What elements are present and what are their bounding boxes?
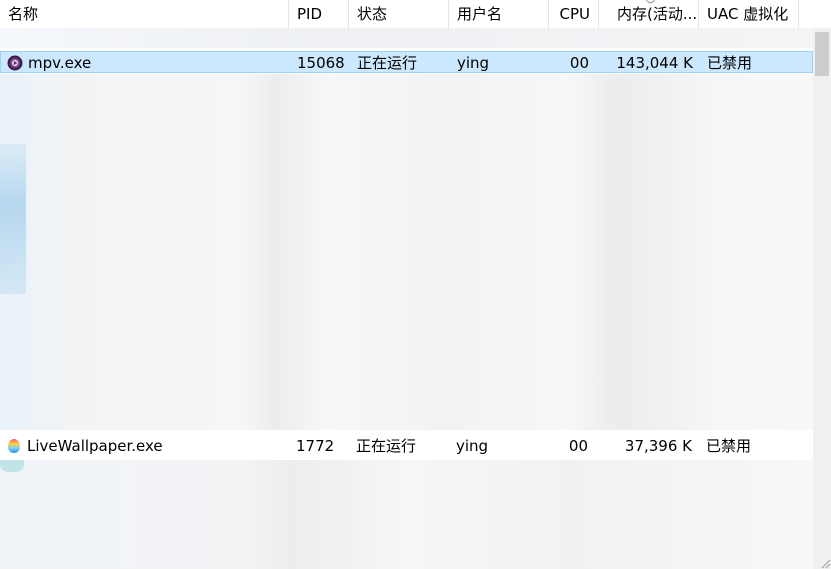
column-header-cpu[interactable]: CPU [549,0,599,28]
process-uac: 已禁用 [706,437,752,455]
process-user: ying [457,54,490,72]
scrollbar-thumb[interactable] [815,32,829,76]
process-cpu: 00 [569,54,589,72]
column-header-bar: 名称 PID 状态 用户名 CPU 内存(活动... ﹀ UAC 虚拟化 [0,0,813,28]
obscured-row [0,28,813,48]
sort-descending-icon: ﹀ [646,1,656,11]
process-pid: 1772 [296,437,335,455]
column-header-user[interactable]: 用户名 [449,0,549,28]
process-name: mpv.exe [28,54,92,72]
obscured-region-lower [0,460,813,569]
process-row-livewallpaper[interactable]: LiveWallpaper.exe 1772 正在运行 ying 00 37,3… [0,435,813,457]
column-header-pid[interactable]: PID [289,0,349,28]
process-name: LiveWallpaper.exe [27,437,163,455]
column-header-name[interactable]: 名称 [0,0,289,28]
process-row-mpv[interactable]: mpv.exe 15068 正在运行 ying 00 143,044 K 已禁用 [0,51,813,73]
process-status: 正在运行 [356,437,417,455]
process-cpu: 00 [568,437,588,455]
vertical-scrollbar[interactable] [813,28,831,569]
resize-grip-icon[interactable] [819,557,831,569]
process-user: ying [456,437,489,455]
process-memory: 37,396 K [624,437,692,455]
process-pid: 15068 [297,54,345,72]
process-memory: 143,044 K [616,54,693,72]
column-header-uac[interactable]: UAC 虚拟化 [699,0,799,28]
process-status: 正在运行 [357,54,418,72]
process-uac: 已禁用 [707,54,753,72]
column-header-status[interactable]: 状态 [349,0,449,28]
mpv-icon [7,55,23,71]
obscured-region [0,74,813,430]
livewallpaper-icon [8,439,20,453]
